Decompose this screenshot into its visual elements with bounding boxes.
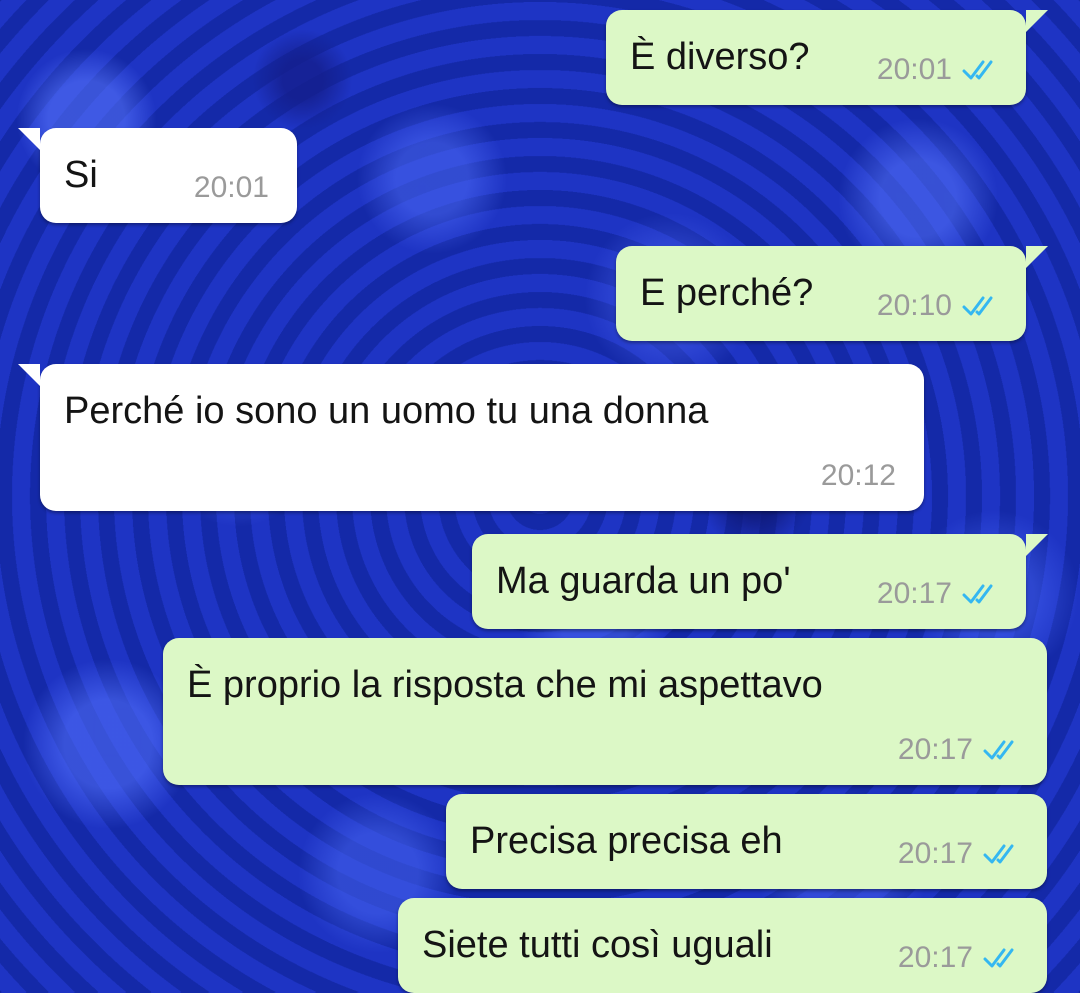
message-bubble-outgoing[interactable]: Precisa precisa eh 20:17 [446,794,1047,889]
message-time: 20:17 [897,837,973,870]
double-check-icon [983,844,1014,864]
message-meta: 20:17 [877,577,1002,611]
message-text: E perché? [640,272,814,314]
double-check-icon [962,296,993,316]
double-check-icon [962,60,993,80]
message-time: 20:10 [876,289,952,322]
message-text: Si [64,154,98,196]
message-time: 20:17 [897,733,973,766]
message-time: 20:01 [193,171,269,204]
message-meta: 20:17 [898,941,1023,975]
message-bubble-outgoing[interactable]: Siete tutti così uguali 20:17 [398,898,1047,993]
double-check-icon [962,584,993,604]
double-check-icon [983,740,1014,760]
message-bubble-outgoing[interactable]: Ma guarda un po' 20:17 [472,534,1048,629]
message-meta: 20:10 [877,289,1002,323]
message-time: 20:12 [820,459,896,492]
message-time: 20:17 [876,577,952,610]
message-bubble-incoming[interactable]: Si 20:01 [18,128,297,223]
message-time: 20:01 [876,53,952,86]
message-bubble-outgoing[interactable]: È proprio la risposta che mi aspettavo 2… [163,638,1047,785]
message-meta: 20:17 [898,733,1023,767]
message-bubble-incoming[interactable]: Perché io sono un uomo tu una donna 20:1… [18,364,924,511]
message-text: Siete tutti così uguali [422,924,773,966]
message-meta: 20:12 [821,459,896,493]
message-text: È proprio la risposta che mi aspettavo [187,664,823,706]
message-meta: 20:17 [898,837,1023,871]
double-check-icon [983,948,1014,968]
chat-background: È diverso? 20:01 Si 20:01 E perché? 20:1… [0,0,1080,993]
message-text: Precisa precisa eh [470,820,783,862]
message-meta: 20:01 [877,53,1002,87]
message-text: Perché io sono un uomo tu una donna [64,390,709,432]
message-bubble-outgoing[interactable]: È diverso? 20:01 [606,10,1048,105]
message-text: Ma guarda un po' [496,560,791,602]
message-bubble-outgoing[interactable]: E perché? 20:10 [616,246,1048,341]
message-text: È diverso? [630,36,810,78]
message-meta: 20:01 [194,171,269,205]
message-time: 20:17 [897,941,973,974]
